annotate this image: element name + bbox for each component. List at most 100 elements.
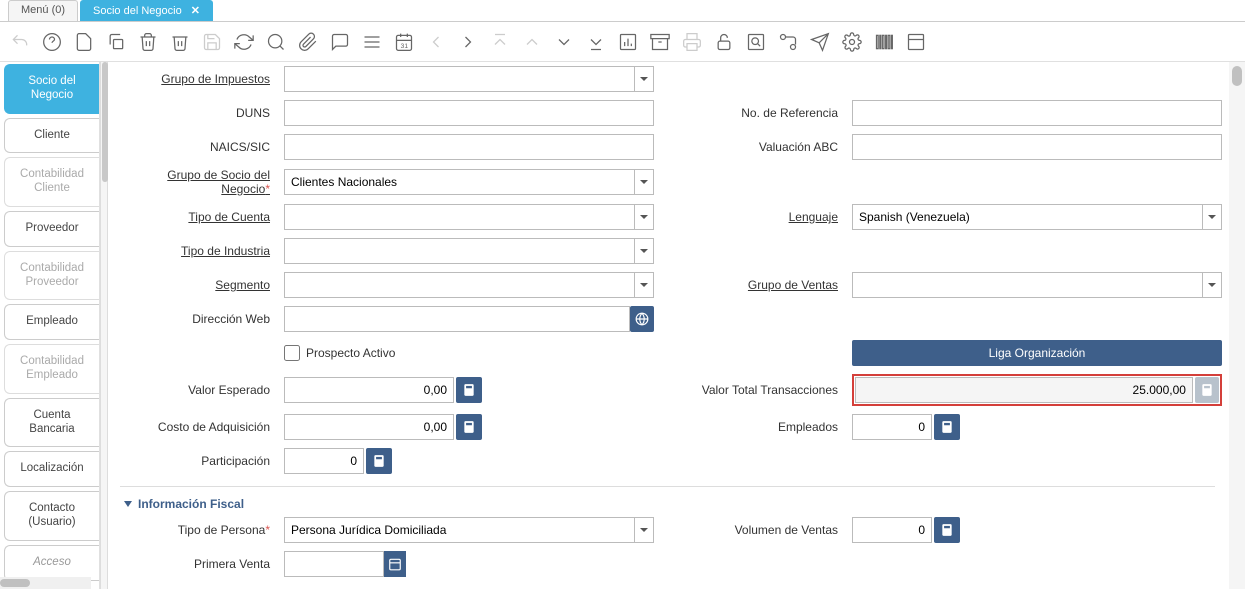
next-icon[interactable]	[458, 32, 478, 52]
duns-input[interactable]	[284, 100, 654, 126]
delete-multi-icon[interactable]	[170, 32, 190, 52]
valor-total-input[interactable]	[855, 377, 1193, 403]
costo-adq-calc-button[interactable]	[456, 414, 482, 440]
grupo-impuestos-input[interactable]	[284, 66, 635, 92]
sidebar-item-localizacion[interactable]: Localización	[4, 451, 99, 487]
window-icon[interactable]	[906, 32, 926, 52]
segmento-dropdown[interactable]	[635, 272, 654, 298]
valor-esperado-calc-button[interactable]	[456, 377, 482, 403]
chat-icon[interactable]	[330, 32, 350, 52]
liga-organizacion-button[interactable]: Liga Organización	[852, 340, 1222, 366]
side-scrollbar-thumb[interactable]	[0, 579, 30, 587]
tipo-industria-input[interactable]	[284, 238, 635, 264]
new-icon[interactable]	[74, 32, 94, 52]
attachment-icon[interactable]	[298, 32, 318, 52]
participacion-input[interactable]	[284, 448, 364, 474]
copy-icon[interactable]	[106, 32, 126, 52]
workflow-icon[interactable]	[778, 32, 798, 52]
grupo-socio-input[interactable]	[284, 169, 635, 195]
print-icon[interactable]	[682, 32, 702, 52]
prospecto-checkbox[interactable]	[284, 345, 300, 361]
valor-total-calc-button[interactable]	[1195, 377, 1219, 403]
content-scrollbar[interactable]	[1229, 62, 1245, 589]
content-scrollbar-thumb[interactable]	[1232, 66, 1242, 86]
archive-icon[interactable]	[650, 32, 670, 52]
gear-icon[interactable]	[842, 32, 862, 52]
tipo-cuenta-dropdown[interactable]	[635, 204, 654, 230]
label-lenguaje: Lenguaje	[668, 210, 838, 224]
sidebar-item-contacto[interactable]: Contacto (Usuario)	[4, 491, 99, 541]
tab-socio-negocio[interactable]: Socio del Negocio ✕	[80, 0, 213, 21]
label-volumen-ventas: Volumen de Ventas	[668, 523, 838, 537]
direccion-web-input[interactable]	[284, 306, 630, 332]
naics-input[interactable]	[284, 134, 654, 160]
splitter-scrollbar[interactable]	[100, 62, 108, 589]
sidebar-item-empleado[interactable]: Empleado	[4, 304, 99, 340]
label-valor-total: Valor Total Transacciones	[668, 383, 838, 397]
prospecto-wrap: Prospecto Activo	[284, 345, 654, 361]
valor-total-highlight	[852, 374, 1222, 406]
tipo-cuenta-input[interactable]	[284, 204, 635, 230]
primera-venta-input[interactable]	[284, 551, 384, 577]
label-grupo-impuestos: Grupo de Impuestos	[120, 72, 270, 86]
help-icon[interactable]	[42, 32, 62, 52]
side-scrollbar[interactable]	[0, 577, 91, 589]
first-icon[interactable]	[490, 32, 510, 52]
sidebar-item-contab-emp[interactable]: Contabilidad Empleado	[4, 344, 99, 394]
form-content: Grupo de Impuestos DUNS No. de Referenci…	[108, 62, 1245, 589]
save-icon[interactable]	[202, 32, 222, 52]
segmento-input[interactable]	[284, 272, 635, 298]
sidebar-item-acceso[interactable]: Acceso	[4, 545, 99, 581]
tipo-industria-dropdown[interactable]	[635, 238, 654, 264]
close-icon[interactable]: ✕	[191, 5, 200, 17]
grupo-socio-dropdown[interactable]	[635, 169, 654, 195]
grupo-impuestos-dropdown[interactable]	[635, 66, 654, 92]
sidebar-item-contab-prov[interactable]: Contabilidad Proveedor	[4, 251, 99, 301]
section-info-fiscal[interactable]: Información Fiscal	[120, 486, 1215, 517]
tab-menu[interactable]: Menú (0)	[8, 0, 78, 21]
sidebar-item-contab-cliente[interactable]: Contabilidad Cliente	[4, 157, 99, 207]
sidebar-item-cuenta[interactable]: Cuenta Bancaria	[4, 398, 99, 448]
empleados-input[interactable]	[852, 414, 932, 440]
sidebar-item-cliente[interactable]: Cliente	[4, 118, 99, 154]
participacion-calc-button[interactable]	[366, 448, 392, 474]
lenguaje-input[interactable]	[852, 204, 1203, 230]
primera-venta-date-button[interactable]	[384, 551, 406, 577]
label-tipo-industria: Tipo de Industria	[120, 244, 270, 258]
label-valor-esperado: Valor Esperado	[120, 383, 270, 397]
volumen-ventas-calc-button[interactable]	[934, 517, 960, 543]
collapse-icon	[124, 501, 132, 507]
refresh-icon[interactable]	[234, 32, 254, 52]
up-icon[interactable]	[522, 32, 542, 52]
grupo-ventas-dropdown[interactable]	[1203, 272, 1222, 298]
costo-adq-input[interactable]	[284, 414, 454, 440]
lock-icon[interactable]	[714, 32, 734, 52]
grupo-ventas-input[interactable]	[852, 272, 1203, 298]
prev-icon[interactable]	[426, 32, 446, 52]
send-icon[interactable]	[810, 32, 830, 52]
delete-icon[interactable]	[138, 32, 158, 52]
search-icon[interactable]	[266, 32, 286, 52]
grid-icon[interactable]	[362, 32, 382, 52]
tipo-persona-input[interactable]	[284, 517, 635, 543]
volumen-ventas-input[interactable]	[852, 517, 932, 543]
no-referencia-input[interactable]	[852, 100, 1222, 126]
lenguaje-dropdown[interactable]	[1203, 204, 1222, 230]
down-icon[interactable]	[554, 32, 574, 52]
undo-icon[interactable]	[10, 32, 30, 52]
tab-socio-label: Socio del Negocio	[93, 5, 182, 17]
label-participacion: Participación	[120, 454, 270, 468]
zoom-icon[interactable]	[746, 32, 766, 52]
empleados-calc-button[interactable]	[934, 414, 960, 440]
calendar-icon[interactable]: 31	[394, 32, 414, 52]
label-naics: NAICS/SIC	[120, 140, 270, 154]
direccion-web-go-button[interactable]	[630, 306, 654, 332]
valuacion-abc-input[interactable]	[852, 134, 1222, 160]
last-icon[interactable]	[586, 32, 606, 52]
tipo-persona-dropdown[interactable]	[635, 517, 654, 543]
sidebar-item-socio[interactable]: Socio del Negocio	[4, 64, 99, 114]
sidebar-item-proveedor[interactable]: Proveedor	[4, 211, 99, 247]
report-icon[interactable]	[618, 32, 638, 52]
barcode-icon[interactable]	[874, 32, 894, 52]
valor-esperado-input[interactable]	[284, 377, 454, 403]
